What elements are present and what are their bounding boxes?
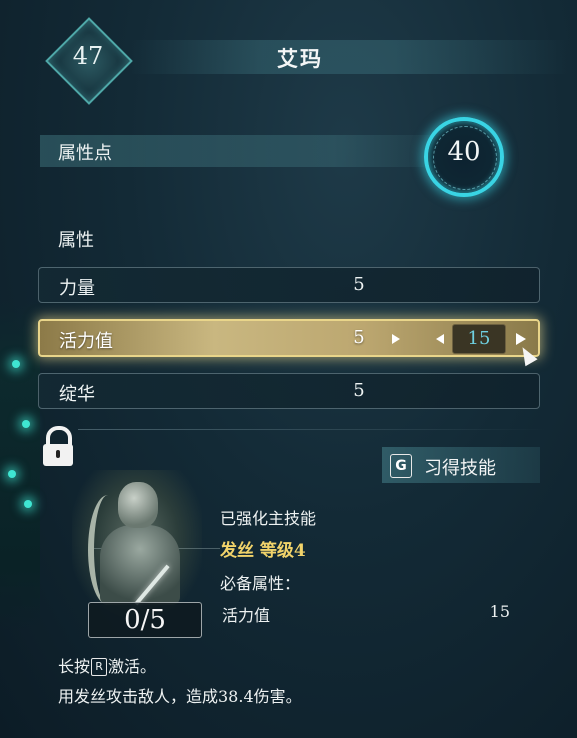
hint-prefix: 长按 (58, 657, 91, 676)
attribute-value: 5 (353, 327, 365, 348)
glow-dot (22, 420, 30, 428)
left-decoration (0, 300, 40, 630)
skill-counter: 0/5 (88, 602, 202, 638)
requirement-value: 15 (489, 602, 510, 621)
increase-arrow-icon[interactable] (516, 333, 526, 345)
glow-dot (12, 360, 20, 368)
attribute-value: 5 (353, 274, 365, 295)
attribute-label: 绽华 (59, 384, 95, 405)
attribute-row-strength[interactable]: 力量 5 (38, 267, 540, 303)
hint-suffix: 激活。 (108, 657, 157, 676)
skill-description: 用发丝攻击敌人，造成38.4伤害。 (58, 687, 302, 706)
attribute-points-value: 40 (447, 137, 481, 167)
key-r-icon: R (91, 658, 108, 676)
requirement-attribute: 活力值 (222, 606, 271, 625)
glow-dot (8, 470, 16, 478)
character-level: 47 (72, 42, 104, 70)
attribute-points-label: 属性点 (58, 143, 112, 164)
attribute-row-vitality[interactable]: 活力值 5 15 (38, 319, 540, 357)
attribute-label: 活力值 (59, 331, 113, 352)
requirement-title: 必备属性： (220, 574, 301, 593)
attributes-title: 属性 (58, 230, 94, 251)
learn-skill-label: 习得技能 (424, 458, 496, 479)
attribute-label: 力量 (59, 278, 95, 299)
key-g-icon: G (390, 454, 412, 478)
decrease-arrow-icon[interactable] (436, 334, 444, 344)
divider (78, 429, 548, 430)
skill-type: 已强化主技能 (220, 509, 317, 528)
attribute-value: 5 (353, 380, 365, 401)
portrait-head (118, 482, 158, 528)
new-attribute-value: 15 (452, 324, 506, 354)
activation-hint: 长按 R 激活。 (58, 653, 156, 677)
character-name: 艾玛 (277, 46, 323, 71)
skill-name: 发丝 等级4 (220, 541, 306, 561)
glow-dot (24, 500, 32, 508)
arrow-right-icon (392, 334, 400, 344)
attribute-row-bloom[interactable]: 绽华 5 (38, 373, 540, 409)
